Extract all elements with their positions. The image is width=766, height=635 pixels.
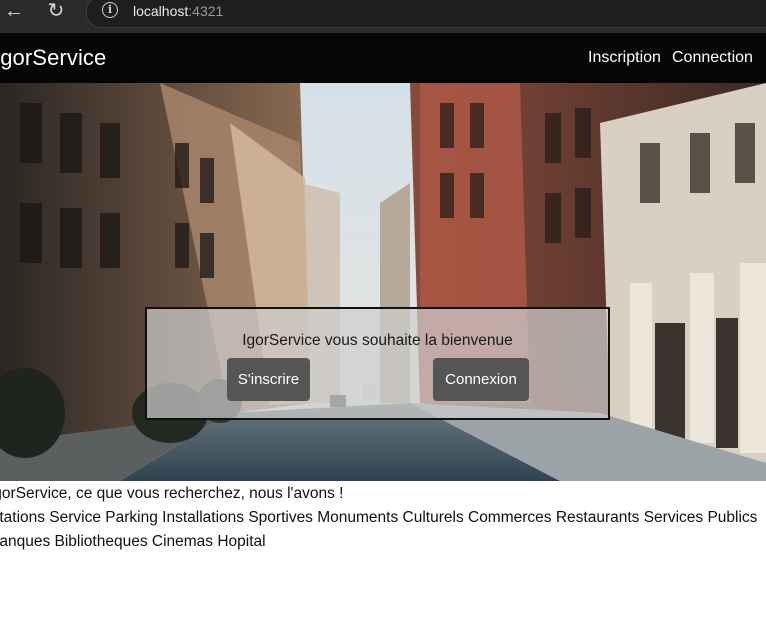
- info-icon[interactable]: i: [102, 2, 118, 18]
- categories-line-2: Banques Bibliotheques Cinemas Hopital: [0, 533, 266, 550]
- nav-connection-link[interactable]: Connection: [672, 47, 753, 69]
- categories-line-1: Stations Service Parking Installations S…: [0, 509, 758, 526]
- browser-toolbar: ← ↻ i localhost:4321: [0, 0, 766, 33]
- street-background-image: [0, 83, 766, 481]
- url-text[interactable]: localhost:4321: [133, 1, 223, 21]
- hero-section: IgorService vous souhaite la bienvenue S…: [0, 83, 766, 481]
- url-port: :4321: [188, 3, 224, 19]
- welcome-panel: IgorService vous souhaite la bienvenue S…: [145, 307, 610, 420]
- brand-link[interactable]: IgorService: [0, 45, 106, 71]
- site-navbar: IgorService Inscription Connection: [0, 33, 766, 83]
- reload-icon[interactable]: ↻: [42, 0, 70, 24]
- welcome-message: IgorService vous souhaite la bienvenue: [242, 332, 513, 349]
- tagline-text: IgorService, ce que vous recherchez, nou…: [0, 485, 344, 502]
- nav-inscription-link[interactable]: Inscription: [588, 47, 661, 69]
- url-host: localhost: [133, 3, 189, 19]
- signup-button[interactable]: S'inscrire: [227, 358, 310, 401]
- login-button[interactable]: Connexion: [433, 358, 529, 401]
- categories-list: Stations Service Parking Installations S…: [0, 506, 766, 554]
- arrow-left-icon[interactable]: ←: [0, 0, 28, 24]
